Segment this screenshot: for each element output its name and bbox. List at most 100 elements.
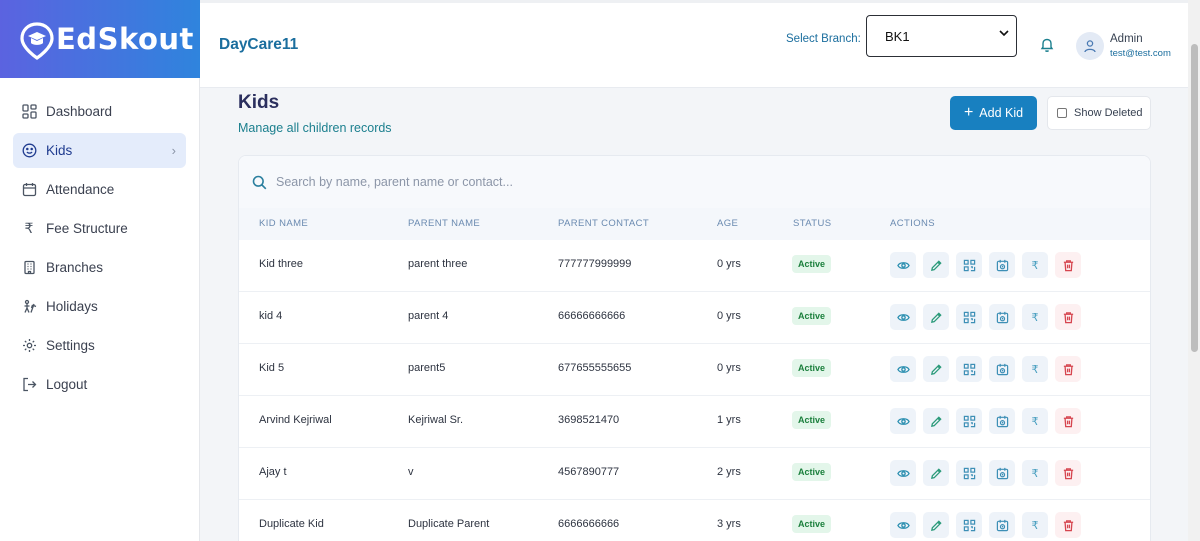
schedule-icon (996, 311, 1009, 324)
schedule-icon (996, 467, 1009, 480)
edit-button[interactable] (923, 460, 949, 486)
delete-button[interactable] (1055, 304, 1081, 330)
calendar-icon (21, 182, 37, 198)
edit-button[interactable] (923, 356, 949, 382)
avatar[interactable] (1076, 32, 1104, 60)
rupee-button[interactable]: ₹ (1022, 252, 1048, 278)
schedule-button[interactable] (989, 356, 1015, 382)
rupee-icon: ₹ (1031, 518, 1039, 532)
column-header-parent-contact[interactable]: PARENT CONTACT (558, 218, 649, 229)
schedule-button[interactable] (989, 252, 1015, 278)
age-cell: 1 yrs (717, 414, 741, 426)
schedule-button[interactable] (989, 408, 1015, 434)
branch-select[interactable]: BK1 (866, 15, 1017, 57)
table-row[interactable]: Ajay t v 4567890777 2 yrs Active ₹ (239, 448, 1150, 500)
edit-button[interactable] (923, 252, 949, 278)
qr-code-icon (963, 415, 976, 428)
delete-icon (1062, 311, 1075, 324)
qr-code-button[interactable] (956, 304, 982, 330)
status-badge: Active (792, 463, 832, 481)
column-header-parent-name[interactable]: PARENT NAME (408, 218, 480, 229)
qr-code-button[interactable] (956, 460, 982, 486)
rupee-button[interactable]: ₹ (1022, 356, 1048, 382)
delete-icon (1062, 519, 1075, 532)
view-button[interactable] (890, 356, 916, 382)
sidebar-item-dashboard[interactable]: Dashboard (13, 94, 186, 129)
table-row[interactable]: Kid three parent three 777777999999 0 yrs Ac… (239, 240, 1150, 292)
delete-button[interactable] (1055, 408, 1081, 434)
edit-button[interactable] (923, 512, 949, 538)
delete-button[interactable] (1055, 252, 1081, 278)
show-deleted-toggle[interactable]: Show Deleted (1047, 96, 1151, 130)
grid-icon (21, 104, 37, 120)
sidebar-item-holidays[interactable]: Holidays (13, 289, 186, 324)
rupee-button[interactable]: ₹ (1022, 304, 1048, 330)
column-header-status: STATUS (793, 218, 832, 229)
scrollbar-thumb[interactable] (1191, 44, 1198, 352)
schedule-button[interactable] (989, 460, 1015, 486)
column-header-kid-name[interactable]: KID NAME (259, 218, 308, 229)
page-subtitle: Manage all children records (238, 121, 392, 135)
delete-icon (1062, 467, 1075, 480)
parent-contact-cell: 66666666666 (558, 310, 626, 322)
logo[interactable]: EdSkout (0, 0, 200, 78)
kids-table-card: Search by name, parent name or contact..… (238, 155, 1151, 541)
view-icon (896, 363, 910, 376)
parent-name-cell: parent5 (408, 362, 446, 374)
show-deleted-checkbox[interactable] (1057, 108, 1067, 118)
delete-button[interactable] (1055, 356, 1081, 382)
sidebar-item-kids[interactable]: Kids › (13, 133, 186, 168)
qr-code-button[interactable] (956, 356, 982, 382)
table-row[interactable]: Kid 5 parent5 677655555655 0 yrs Active ₹ (239, 344, 1150, 396)
rupee-button[interactable]: ₹ (1022, 408, 1048, 434)
edit-button[interactable] (923, 304, 949, 330)
view-button[interactable] (890, 512, 916, 538)
view-icon (896, 519, 910, 532)
bell-icon[interactable] (1040, 37, 1054, 58)
search-input[interactable]: Search by name, parent name or contact..… (276, 175, 513, 189)
search-bar[interactable]: Search by name, parent name or contact..… (239, 156, 1150, 208)
table-row[interactable]: Arvind Kejriwal Kejriwal Sr. 3698521470 1 y… (239, 396, 1150, 448)
rupee-button[interactable]: ₹ (1022, 460, 1048, 486)
rupee-button[interactable]: ₹ (1022, 512, 1048, 538)
delete-button[interactable] (1055, 512, 1081, 538)
view-button[interactable] (890, 408, 916, 434)
view-icon (896, 311, 910, 324)
parent-name-cell: Duplicate Parent (408, 518, 490, 530)
sidebar-item-label: Kids (46, 143, 73, 158)
sidebar-item-fee-structure[interactable]: ₹ Fee Structure (13, 211, 186, 246)
parent-contact-cell: 777777999999 (558, 258, 632, 270)
sidebar-item-label: Attendance (46, 182, 115, 197)
sidebar-item-label: Dashboard (46, 104, 113, 119)
app-brand: DayCare11 (219, 36, 299, 53)
qr-code-button[interactable] (956, 512, 982, 538)
table-row[interactable]: Duplicate Kid Duplicate Parent 6666666666 3… (239, 500, 1150, 541)
qr-code-icon (963, 311, 976, 324)
view-button[interactable] (890, 252, 916, 278)
row-actions: ₹ (890, 408, 1088, 434)
sidebar-item-attendance[interactable]: Attendance (13, 172, 186, 207)
sidebar-item-logout[interactable]: Logout (13, 367, 186, 402)
parent-contact-cell: 4567890777 (558, 466, 620, 478)
add-kid-button[interactable]: + Add Kid (950, 96, 1037, 130)
table-row[interactable]: kid 4 parent 4 66666666666 0 yrs Active ₹ (239, 292, 1150, 344)
schedule-button[interactable] (989, 304, 1015, 330)
sidebar-item-branches[interactable]: Branches (13, 250, 186, 285)
column-header-age[interactable]: AGE (717, 218, 738, 229)
schedule-button[interactable] (989, 512, 1015, 538)
top-header: DayCare11 Select Branch: BK1 Admin test@… (200, 0, 1188, 88)
view-button[interactable] (890, 304, 916, 330)
row-actions: ₹ (890, 460, 1088, 486)
qr-code-button[interactable] (956, 408, 982, 434)
view-button[interactable] (890, 460, 916, 486)
user-name: Admin (1110, 33, 1143, 45)
delete-icon (1062, 363, 1075, 376)
branch-select-value: BK1 (885, 28, 910, 44)
qr-code-button[interactable] (956, 252, 982, 278)
sidebar-item-settings[interactable]: Settings (13, 328, 186, 363)
rupee-icon: ₹ (1031, 414, 1039, 428)
edit-button[interactable] (923, 408, 949, 434)
rupee-icon: ₹ (1031, 362, 1039, 376)
delete-button[interactable] (1055, 460, 1081, 486)
delete-icon (1062, 415, 1075, 428)
